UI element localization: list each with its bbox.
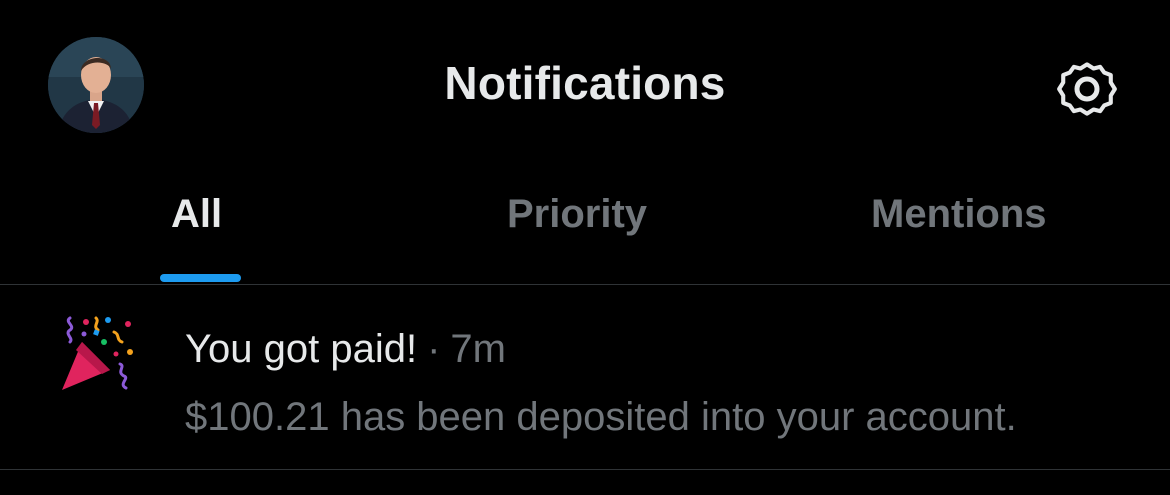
notification-time: 7m — [450, 327, 506, 371]
header: Notifications — [0, 0, 1170, 170]
notification-item[interactable]: You got paid! · 7m $100.21 has been deposi… — [0, 285, 1170, 469]
divider — [0, 469, 1170, 470]
notifications-screen: Notifications All Priority Mentions You … — [0, 0, 1170, 495]
tab-mentions[interactable]: Mentions — [871, 192, 1047, 237]
page-title: Notifications — [444, 57, 726, 109]
gear-icon — [1057, 62, 1117, 116]
profile-avatar[interactable] — [48, 37, 144, 133]
separator-dot: · — [427, 327, 441, 371]
notification-title: You got paid! — [185, 327, 418, 371]
tab-all[interactable]: All — [171, 192, 222, 237]
notification-body: $100.21 has been deposited into your acc… — [185, 395, 1017, 439]
party-popper-icon — [56, 312, 140, 396]
active-tab-indicator — [160, 274, 241, 282]
avatar-image — [48, 37, 144, 133]
settings-button[interactable] — [1050, 52, 1124, 126]
tab-priority[interactable]: Priority — [507, 192, 647, 237]
notification-header: You got paid! · 7m — [185, 327, 506, 372]
notification-tabs: All Priority Mentions — [0, 170, 1170, 284]
